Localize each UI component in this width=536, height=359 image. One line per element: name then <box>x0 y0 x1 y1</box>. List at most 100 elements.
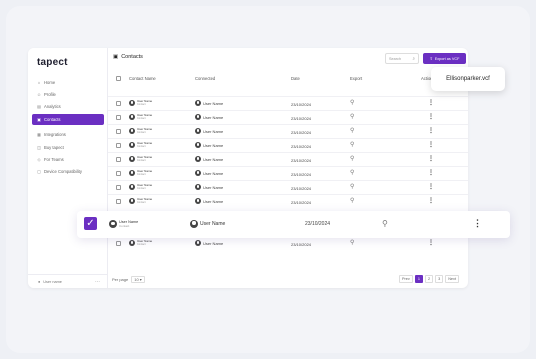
sidebar-item-buy[interactable]: ◫ Buy tapect <box>32 142 104 153</box>
avatar <box>195 240 201 246</box>
export-contact-icon[interactable]: ⚲ <box>350 142 357 149</box>
export-contact-icon[interactable]: ⚲ <box>382 219 392 229</box>
more-actions-icon[interactable]: ⋮ <box>428 113 434 120</box>
more-actions-icon[interactable]: ⋮ <box>428 197 434 204</box>
contact-name-cell: User Name Contact <box>129 183 152 191</box>
more-icon[interactable]: ⋯ <box>95 279 100 285</box>
sidebar-item-device[interactable]: ▢ Device Compatibility <box>32 166 104 177</box>
more-actions-icon[interactable]: ⋮ <box>428 169 434 176</box>
more-actions-icon[interactable]: ⋮ <box>428 183 434 190</box>
row-checkbox[interactable] <box>116 115 121 120</box>
contact-subtitle: Contact <box>137 103 146 107</box>
table-row[interactable]: User Name Contact User Name 23/10/2024 ⚲ ⋮ <box>108 180 468 194</box>
date-cell: 23/10/2024 <box>291 144 312 149</box>
sidebar-item-contacts[interactable]: ▣ Contacts <box>32 114 104 125</box>
search-icon: ⌕ <box>412 56 415 61</box>
connected-name: User Name <box>203 142 224 148</box>
sidebar-item-analytics[interactable]: ▤ Analytics <box>32 101 104 112</box>
more-actions-icon[interactable]: ⋮ <box>428 127 434 134</box>
check-icon: ✓ <box>86 218 95 229</box>
avatar <box>195 128 201 134</box>
prev-button[interactable]: Prev <box>399 275 413 283</box>
row-checkbox[interactable] <box>116 101 121 106</box>
contact-subtitle: Contact <box>137 243 146 247</box>
row-checkbox[interactable] <box>116 199 121 204</box>
connected-cell: User Name <box>195 142 223 148</box>
page-2-button[interactable]: 2 <box>424 275 434 283</box>
connected-name: User Name <box>203 240 224 246</box>
table-row[interactable]: User Name Contact User Name 23/10/2024 ⚲ ⋮ <box>108 236 468 250</box>
more-actions-icon[interactable]: ⋮ <box>428 141 434 148</box>
row-checkbox[interactable] <box>116 171 121 176</box>
export-contact-icon[interactable]: ⚲ <box>350 114 357 121</box>
contact-subtitle: Contact <box>137 201 146 205</box>
sidebar-item-label: Integrations <box>44 132 66 137</box>
table-row[interactable]: User Name Contact User Name 23/10/2024 ⚲ ⋮ <box>108 96 468 110</box>
more-actions-icon[interactable]: ⋮ <box>428 155 434 162</box>
sidebar: tapect ⌂ Home ☺ Profile ▤ Analytics ▣ Co… <box>28 48 108 288</box>
table-row[interactable]: User Name Contact User Name 23/10/2024 ⚲ ⋮ <box>108 110 468 124</box>
column-date: Date <box>291 76 300 81</box>
analytics-icon: ▤ <box>37 104 41 109</box>
row-checkbox[interactable] <box>116 143 121 148</box>
avatar <box>129 156 135 163</box>
contact-subtitle: Contact <box>137 117 146 121</box>
export-label: Export as VCF <box>434 56 460 61</box>
row-checkbox[interactable] <box>116 241 121 246</box>
table-row[interactable]: User Name Contact User Name 23/10/2024 ⚲ ⋮ <box>108 124 468 138</box>
per-page-select[interactable]: 10 ▾ <box>131 276 145 283</box>
export-contact-icon[interactable]: ⚲ <box>350 240 357 247</box>
contact-name-cell: User Name Contact <box>129 169 152 177</box>
connected-name: User Name <box>203 184 224 190</box>
row-checkbox[interactable] <box>116 157 121 162</box>
row-checkbox[interactable] <box>116 129 121 134</box>
table-row[interactable]: User Name Contact User Name 23/10/2024 ⚲ ⋮ <box>108 194 468 208</box>
export-vcf-button[interactable]: ⇪ Export as VCF <box>423 53 466 64</box>
date-cell: 23/10/2024 <box>291 158 312 163</box>
device-icon: ▢ <box>37 169 41 174</box>
contacts-icon: ▣ <box>113 54 119 60</box>
connected-cell: User Name <box>195 240 223 246</box>
table-row[interactable]: User Name Contact User Name 23/10/2024 ⚲ ⋮ <box>108 138 468 152</box>
table-row[interactable]: User Name Contact User Name 23/10/2024 ⚲ ⋮ <box>108 152 468 166</box>
export-contact-icon[interactable]: ⚲ <box>350 198 357 205</box>
sidebar-item-home[interactable]: ⌂ Home <box>32 77 104 88</box>
page-3-button[interactable]: 3 <box>435 275 444 283</box>
connected-cell: User Name <box>190 220 225 228</box>
more-actions-icon[interactable]: ⋮ <box>428 239 434 246</box>
contacts-icon: ▣ <box>37 117 41 122</box>
sidebar-item-label: Buy tapect <box>44 145 64 150</box>
export-contact-icon[interactable]: ⚲ <box>350 128 357 135</box>
sidebar-item-integrations[interactable]: ▦ Integrations <box>32 129 104 140</box>
connected-name: User Name <box>203 114 224 120</box>
more-actions-icon[interactable]: ⋮ <box>428 99 434 106</box>
search-placeholder: Search <box>389 56 402 61</box>
more-actions-icon[interactable]: ⋮ <box>473 218 482 229</box>
user-menu[interactable]: ● User name ⋯ <box>28 274 108 288</box>
row-checkbox[interactable] <box>116 185 121 190</box>
highlighted-table-row[interactable]: ✓ User Name Contact User Name 23/10/2024… <box>77 211 510 238</box>
date-cell: 23/10/2024 <box>291 130 312 135</box>
avatar <box>129 100 135 107</box>
export-contact-icon[interactable]: ⚲ <box>350 184 357 191</box>
table-header: Contact Name Connected Date Export Actio… <box>108 74 468 84</box>
connected-cell: User Name <box>195 198 223 204</box>
export-contact-icon[interactable]: ⚲ <box>350 156 357 163</box>
team-icon: ◇ <box>37 157 41 162</box>
date-cell: 23/10/2024 <box>291 102 312 107</box>
sidebar-item-profile[interactable]: ☺ Profile <box>32 89 104 100</box>
next-button[interactable]: Next <box>445 275 459 283</box>
avatar <box>195 184 201 190</box>
row-checkbox-checked[interactable]: ✓ <box>84 217 97 230</box>
contact-name-cell: User Name Contact <box>129 155 152 163</box>
avatar <box>195 198 201 204</box>
page-1-button[interactable]: 1 <box>414 275 423 283</box>
sidebar-item-label: Home <box>44 80 56 85</box>
export-contact-icon[interactable]: ⚲ <box>350 170 357 177</box>
table-row[interactable]: User Name Contact User Name 23/10/2024 ⚲ ⋮ <box>108 166 468 180</box>
header-checkbox[interactable] <box>116 76 121 82</box>
connected-cell: User Name <box>195 100 223 106</box>
search-input[interactable]: Search ⌕ <box>385 53 419 64</box>
sidebar-item-teams[interactable]: ◇ For Teams <box>32 154 104 165</box>
export-contact-icon[interactable]: ⚲ <box>350 100 357 107</box>
